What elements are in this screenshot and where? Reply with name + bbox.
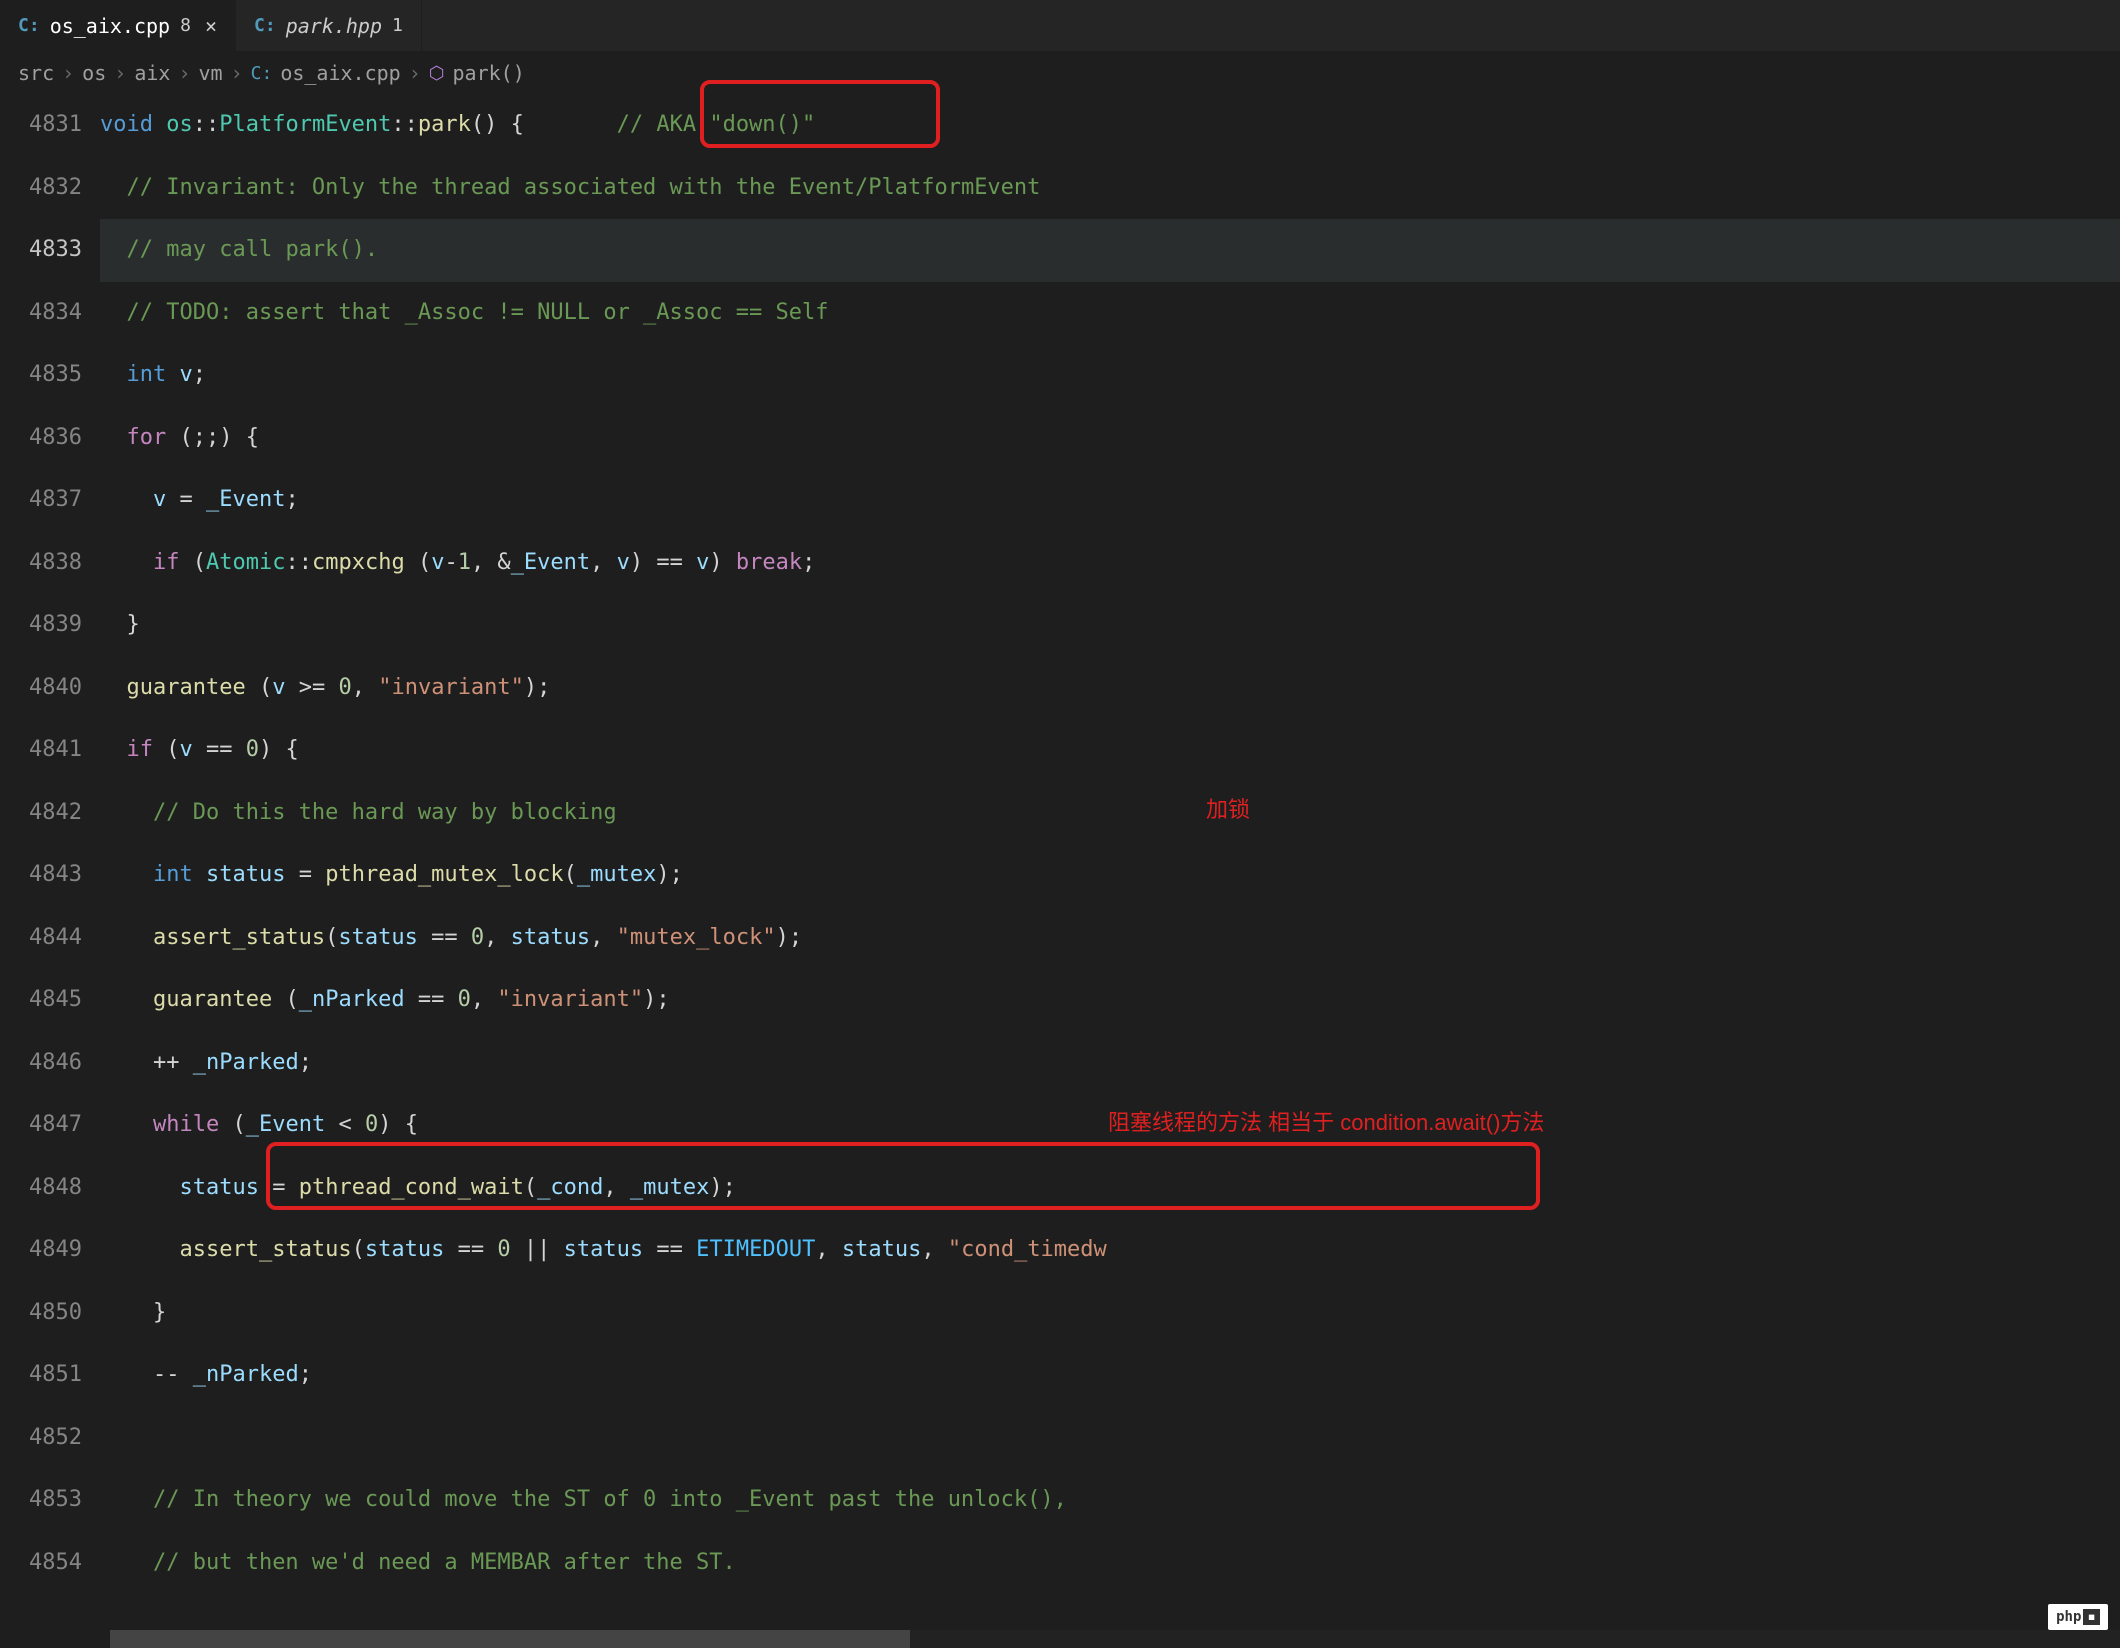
- chevron-right-icon: ›: [178, 61, 190, 85]
- code-line[interactable]: for (;;) {: [100, 407, 2120, 470]
- code-line[interactable]: v = _Event;: [100, 469, 2120, 532]
- breadcrumb-item[interactable]: src: [18, 61, 54, 85]
- code-line[interactable]: if (v == 0) {: [100, 719, 2120, 782]
- tab-filename: park.hpp: [286, 14, 382, 38]
- code-line[interactable]: ++ _nParked;: [100, 1032, 2120, 1095]
- line-number[interactable]: 4844: [0, 907, 82, 970]
- code-line[interactable]: // Do this the hard way by blocking: [100, 782, 2120, 845]
- line-number[interactable]: 4840: [0, 657, 82, 720]
- breadcrumb-item[interactable]: vm: [198, 61, 222, 85]
- cpp-file-icon: C:: [254, 15, 276, 36]
- tab-bar: C: os_aix.cpp 8 × C: park.hpp 1: [0, 0, 2120, 52]
- line-number[interactable]: 4841: [0, 719, 82, 782]
- code-line[interactable]: status = pthread_cond_wait(_cond, _mutex…: [100, 1157, 2120, 1220]
- line-number[interactable]: 4836: [0, 407, 82, 470]
- code-line[interactable]: int status = pthread_mutex_lock(_mutex);: [100, 844, 2120, 907]
- line-number[interactable]: 4853: [0, 1469, 82, 1532]
- line-number-gutter: 4831 4832 4833 4834 4835 4836 4837 4838 …: [0, 94, 100, 1594]
- line-number[interactable]: 4839: [0, 594, 82, 657]
- code-line[interactable]: // but then we'd need a MEMBAR after the…: [100, 1532, 2120, 1595]
- line-number[interactable]: 4851: [0, 1344, 82, 1407]
- code-line[interactable]: // In theory we could move the ST of 0 i…: [100, 1469, 2120, 1532]
- line-number[interactable]: 4846: [0, 1032, 82, 1095]
- chevron-right-icon: ›: [231, 61, 243, 85]
- tab-park-hpp[interactable]: C: park.hpp 1: [236, 0, 422, 51]
- line-number[interactable]: 4849: [0, 1219, 82, 1282]
- code-line[interactable]: if (Atomic::cmpxchg (v-1, &_Event, v) ==…: [100, 532, 2120, 595]
- code-line[interactable]: }: [100, 1282, 2120, 1345]
- line-number[interactable]: 4835: [0, 344, 82, 407]
- breadcrumb-symbol[interactable]: park(): [453, 61, 525, 85]
- line-number[interactable]: 4838: [0, 532, 82, 595]
- code-line[interactable]: }: [100, 594, 2120, 657]
- line-number[interactable]: 4834: [0, 282, 82, 345]
- line-number[interactable]: 4847: [0, 1094, 82, 1157]
- code-line[interactable]: assert_status(status == 0 || status == E…: [100, 1219, 2120, 1282]
- code-line[interactable]: // may call park().: [100, 219, 2120, 282]
- breadcrumb-item[interactable]: aix: [134, 61, 170, 85]
- code-line[interactable]: [100, 1407, 2120, 1470]
- code-line[interactable]: void os::PlatformEvent::park() { // AKA …: [100, 94, 2120, 157]
- function-icon: ⬡: [429, 63, 445, 84]
- horizontal-scrollbar[interactable]: [110, 1630, 2120, 1648]
- chevron-right-icon: ›: [409, 61, 421, 85]
- line-number[interactable]: 4831: [0, 94, 82, 157]
- line-number[interactable]: 4845: [0, 969, 82, 1032]
- line-number[interactable]: 4842: [0, 782, 82, 845]
- code-editor[interactable]: 4831 4832 4833 4834 4835 4836 4837 4838 …: [0, 94, 2120, 1594]
- cpp-file-icon: C:: [18, 15, 40, 36]
- code-line[interactable]: // Invariant: Only the thread associated…: [100, 157, 2120, 220]
- tab-badge: 1: [392, 15, 403, 36]
- line-number[interactable]: 4837: [0, 469, 82, 532]
- code-line[interactable]: int v;: [100, 344, 2120, 407]
- watermark-logo: php▪: [2048, 1604, 2108, 1630]
- line-number[interactable]: 4832: [0, 157, 82, 220]
- line-number[interactable]: 4833: [0, 219, 82, 282]
- code-line[interactable]: while (_Event < 0) {: [100, 1094, 2120, 1157]
- tab-badge: 8: [180, 15, 191, 36]
- tab-os-aix-cpp[interactable]: C: os_aix.cpp 8 ×: [0, 0, 236, 51]
- tab-filename: os_aix.cpp: [50, 14, 170, 38]
- line-number[interactable]: 4850: [0, 1282, 82, 1345]
- code-line[interactable]: -- _nParked;: [100, 1344, 2120, 1407]
- chevron-right-icon: ›: [114, 61, 126, 85]
- cpp-file-icon: C:: [251, 63, 273, 84]
- close-icon[interactable]: ×: [205, 14, 217, 38]
- code-line[interactable]: guarantee (_nParked == 0, "invariant");: [100, 969, 2120, 1032]
- code-line[interactable]: guarantee (v >= 0, "invariant");: [100, 657, 2120, 720]
- breadcrumb-file[interactable]: os_aix.cpp: [280, 61, 400, 85]
- code-line[interactable]: assert_status(status == 0, status, "mute…: [100, 907, 2120, 970]
- line-number[interactable]: 4848: [0, 1157, 82, 1220]
- chevron-right-icon: ›: [62, 61, 74, 85]
- scrollbar-thumb[interactable]: [110, 1630, 910, 1648]
- line-number[interactable]: 4852: [0, 1407, 82, 1470]
- line-number[interactable]: 4854: [0, 1532, 82, 1595]
- line-number[interactable]: 4843: [0, 844, 82, 907]
- code-line[interactable]: // TODO: assert that _Assoc != NULL or _…: [100, 282, 2120, 345]
- code-content[interactable]: void os::PlatformEvent::park() { // AKA …: [100, 94, 2120, 1594]
- breadcrumb: src › os › aix › vm › C: os_aix.cpp › ⬡ …: [0, 52, 2120, 94]
- breadcrumb-item[interactable]: os: [82, 61, 106, 85]
